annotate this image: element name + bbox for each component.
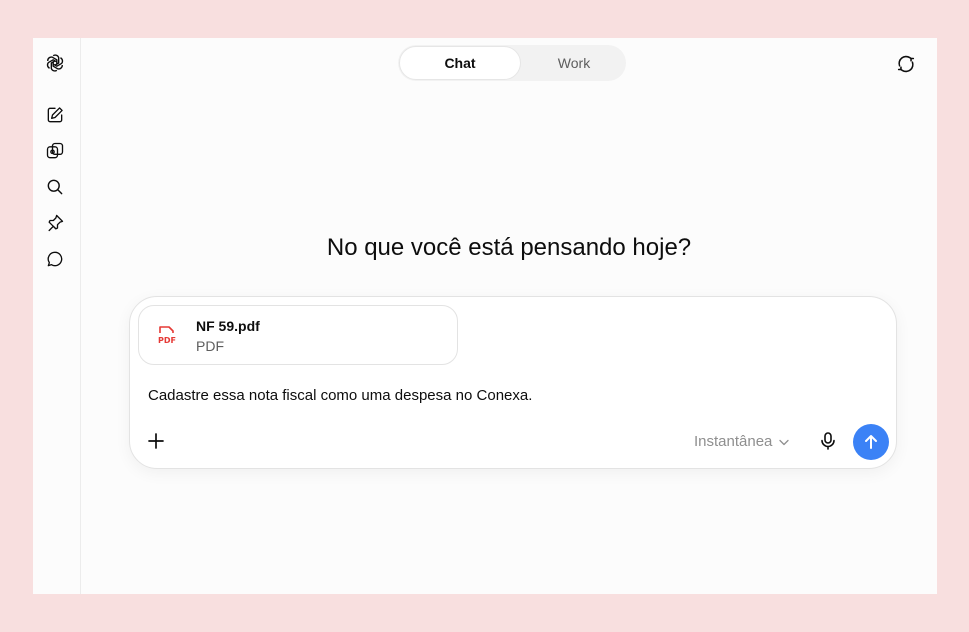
attachment-card[interactable]: PDF NF 59.pdf PDF — [138, 305, 458, 365]
chevron-down-icon — [779, 439, 790, 445]
tab-chat[interactable]: Chat — [399, 46, 521, 80]
openai-logo-icon[interactable] — [43, 51, 67, 75]
microphone-icon — [821, 432, 835, 450]
chat-bubble-icon[interactable] — [43, 247, 67, 271]
attachment-name: NF 59.pdf — [196, 318, 260, 334]
pdf-file-icon: PDF — [156, 324, 178, 348]
mode-toggle: Chat Work — [398, 45, 626, 81]
microphone-button[interactable] — [818, 431, 838, 451]
new-chat-icon[interactable] — [43, 103, 67, 127]
add-attachment-button[interactable] — [146, 431, 166, 451]
model-label: Instantânea — [694, 433, 773, 450]
model-selector[interactable]: Instantânea — [694, 433, 790, 450]
attachment-type: PDF — [196, 338, 224, 354]
pin-icon[interactable] — [43, 211, 67, 235]
prompt-input[interactable]: Cadastre essa nota fiscal como uma despe… — [148, 387, 532, 404]
sidebar — [33, 38, 81, 594]
plus-icon — [148, 433, 164, 449]
pdf-icon-label: PDF — [158, 336, 176, 345]
library-icon[interactable] — [43, 139, 67, 163]
composer: PDF NF 59.pdf PDF Cadastre essa nota fis… — [129, 296, 897, 469]
send-button[interactable] — [853, 424, 889, 460]
tab-work[interactable]: Work — [522, 46, 626, 80]
page-title: No que você está pensando hoje? — [326, 234, 692, 261]
search-icon[interactable] — [43, 175, 67, 199]
app-window: Chat Work No que você está pensando hoje… — [33, 38, 937, 594]
arrow-up-icon — [865, 435, 877, 449]
refresh-chat-icon[interactable] — [895, 53, 917, 75]
